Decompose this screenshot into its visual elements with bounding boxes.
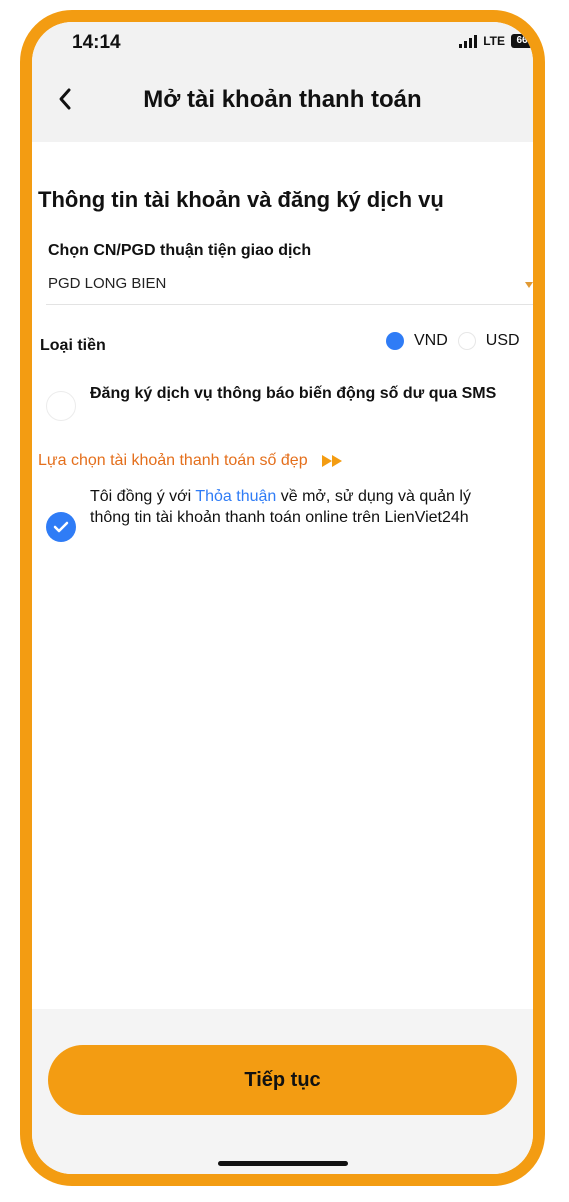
agreement-text: Tôi đồng ý với Thỏa thuận về mở, sử dụng…: [90, 486, 510, 528]
radio-label: VND: [414, 332, 448, 349]
bottom-bar: Tiếp tục: [32, 1009, 533, 1174]
home-indicator: [217, 1161, 348, 1166]
branch-label: Chọn CN/PGD thuận tiện giao dịch: [48, 242, 312, 259]
sms-checkbox[interactable]: [46, 391, 76, 421]
dropdown-arrow-icon: [525, 282, 533, 288]
sms-registration-row[interactable]: Đăng ký dịch vụ thông báo biến động số d…: [38, 382, 533, 432]
battery-icon: 66: [511, 34, 533, 48]
status-bar: 14:14 LTE 66: [32, 22, 533, 62]
beauty-account-label: Lựa chọn tài khoản thanh toán số đẹp: [38, 452, 308, 469]
section-title: Thông tin tài khoản và đăng ký dịch vụ: [38, 187, 444, 212]
phone-frame: 14:14 LTE 66 Mở tài khoản thanh toán Thô…: [20, 10, 545, 1186]
currency-label: Loại tiền: [40, 337, 106, 354]
branch-dropdown[interactable]: PGD LONG BIEN: [46, 270, 533, 305]
agreement-prefix: Tôi đồng ý với: [90, 488, 196, 505]
fast-forward-icon: [321, 455, 342, 467]
radio-usd[interactable]: USD: [457, 332, 520, 350]
currency-row: Loại tiền VND USD: [38, 332, 533, 362]
network-type: LTE: [483, 34, 505, 48]
continue-button[interactable]: Tiếp tục: [48, 1045, 517, 1115]
signal-icon: [459, 34, 478, 48]
agreement-link[interactable]: Thỏa thuận: [195, 488, 276, 505]
beauty-account-link[interactable]: Lựa chọn tài khoản thanh toán số đẹp: [38, 452, 342, 470]
sms-label: Đăng ký dịch vụ thông báo biến động số d…: [90, 385, 497, 402]
status-indicators: LTE 66: [459, 34, 533, 48]
radio-unselected-icon: [457, 332, 476, 350]
branch-value: PGD LONG BIEN: [48, 275, 167, 292]
page-title: Mở tài khoản thanh toán: [143, 86, 422, 113]
check-icon: [53, 521, 69, 533]
radio-label: USD: [485, 332, 520, 349]
radio-selected-icon: [386, 332, 404, 350]
agreement-row: Tôi đồng ý với Thỏa thuận về mở, sử dụng…: [38, 486, 533, 586]
currency-radio-group: VND USD: [386, 332, 520, 350]
app-header: Mở tài khoản thanh toán: [32, 62, 533, 142]
agreement-checkbox[interactable]: [46, 512, 76, 542]
status-time: 14:14: [72, 32, 121, 53]
radio-vnd[interactable]: VND: [386, 332, 448, 350]
